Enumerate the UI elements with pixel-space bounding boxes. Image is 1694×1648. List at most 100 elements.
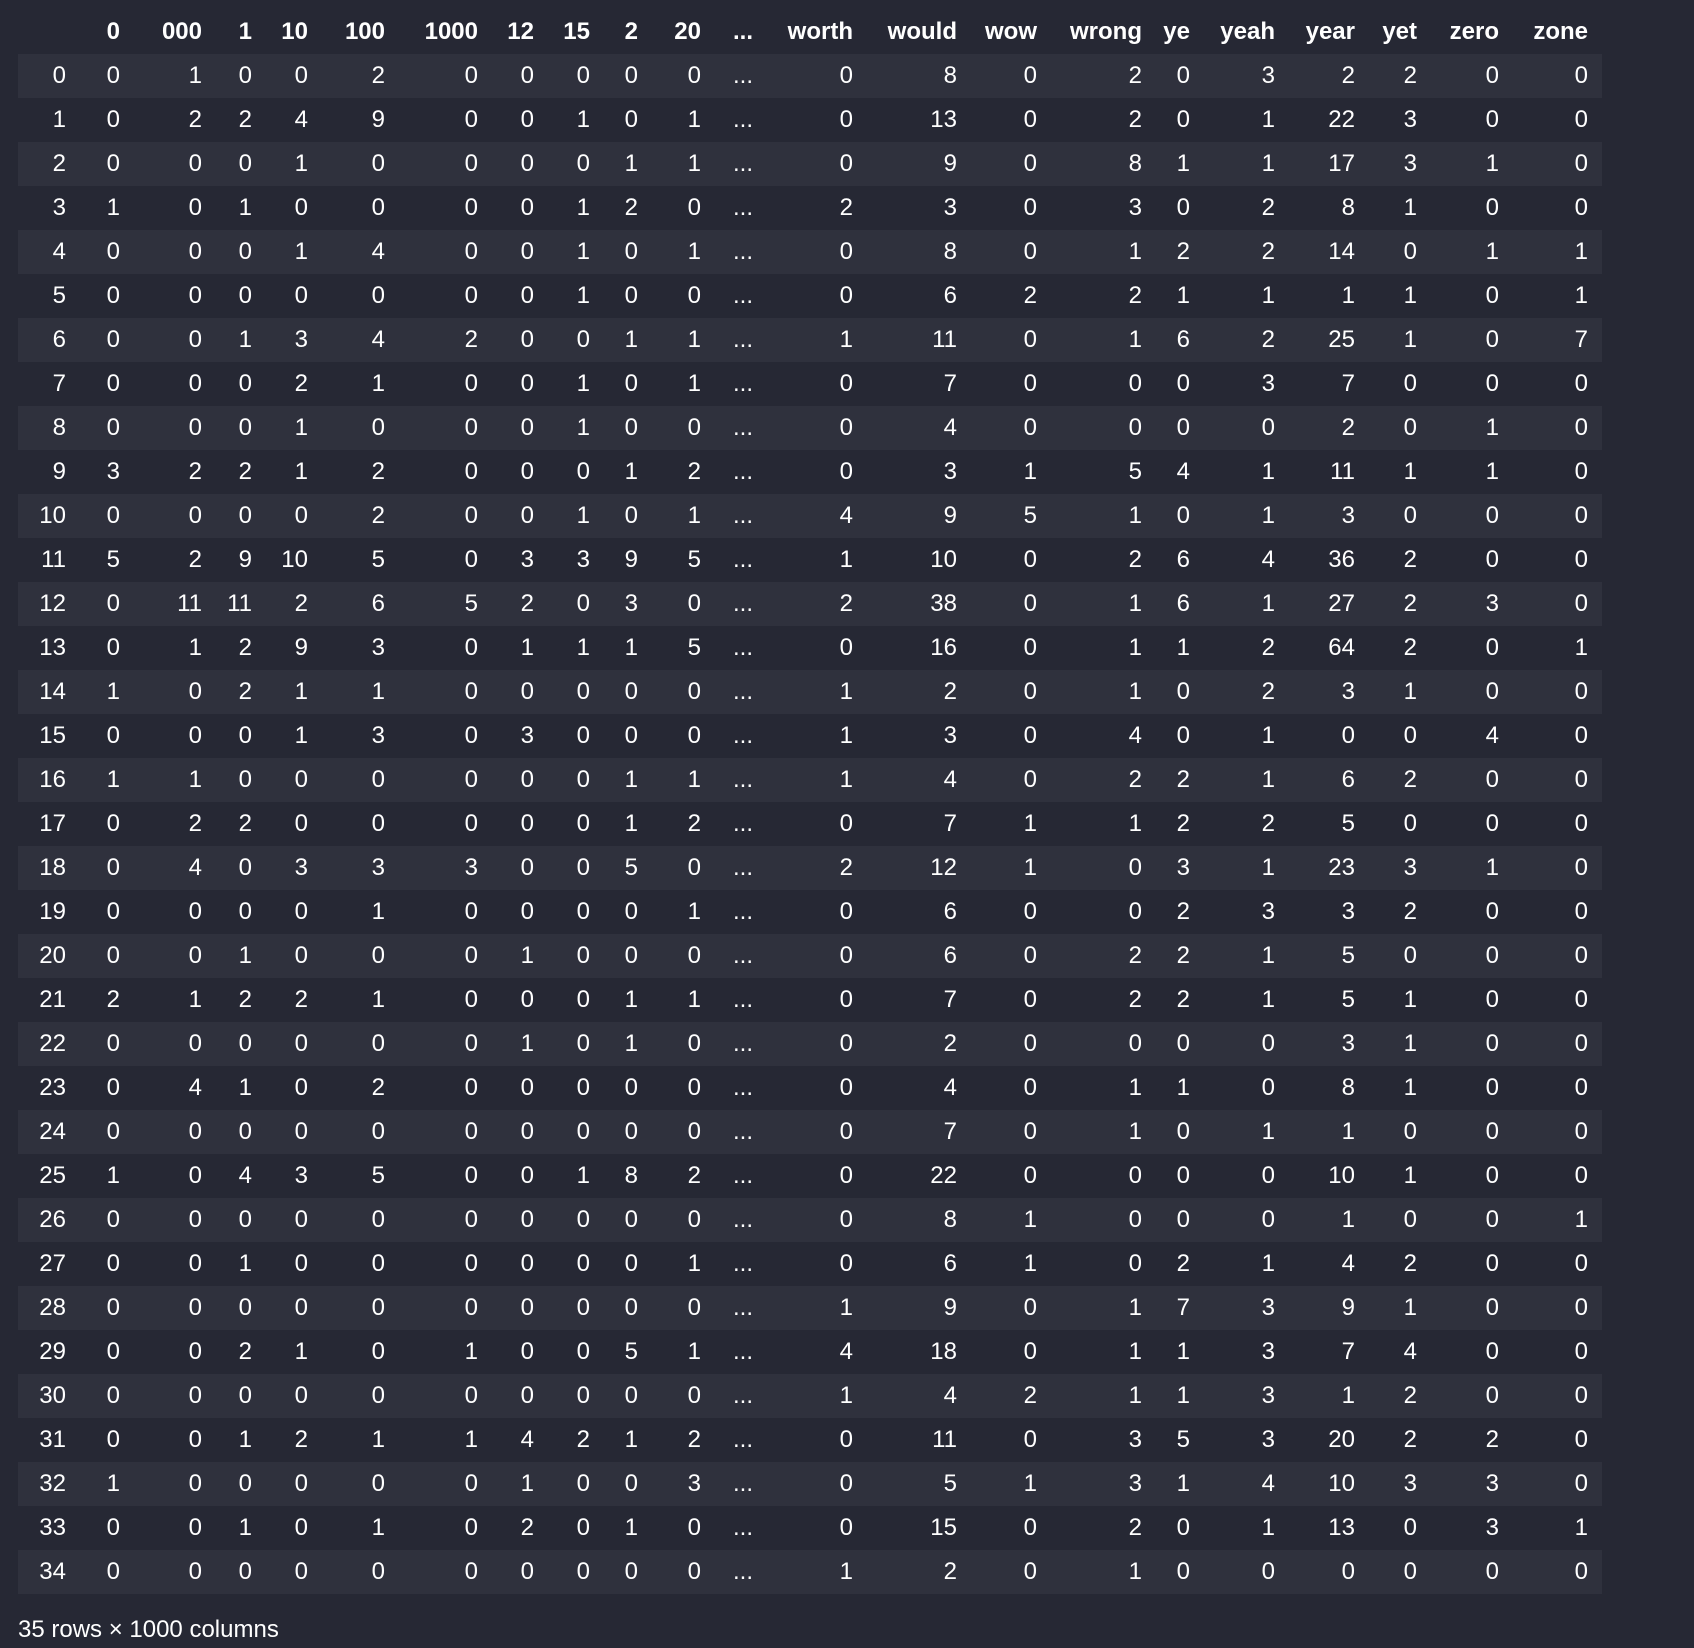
table-cell: 0 <box>492 98 548 142</box>
table-cell: 0 <box>492 406 548 450</box>
table-cell: 2 <box>216 978 266 1022</box>
table-cell: 4 <box>867 758 971 802</box>
table-cell: 0 <box>1204 406 1289 450</box>
table-cell: 1 <box>1051 1066 1156 1110</box>
table-cell: 0 <box>1431 758 1513 802</box>
table-cell: 0 <box>266 1506 322 1550</box>
table-cell: 0 <box>652 934 715 978</box>
table-cell: 1 <box>604 802 652 846</box>
table-cell: 1 <box>322 362 399 406</box>
table-cell: 8 <box>867 54 971 98</box>
table-cell: 0 <box>134 934 216 978</box>
table-cell: 2 <box>1369 538 1431 582</box>
table-cell: 0 <box>399 186 492 230</box>
table-cell: 0 <box>399 1286 492 1330</box>
table-cell: 0 <box>548 1066 604 1110</box>
table-cell: 1 <box>1204 1242 1289 1286</box>
table-cell: 0 <box>134 318 216 362</box>
table-cell: 0 <box>80 230 134 274</box>
table-cell: 0 <box>266 802 322 846</box>
table-cell: 0 <box>1513 890 1602 934</box>
table-cell: 3 <box>867 450 971 494</box>
table-cell: 4 <box>134 846 216 890</box>
table-cell: 11 <box>1289 450 1369 494</box>
table-cell: 0 <box>80 890 134 934</box>
table-cell: 0 <box>1156 1110 1204 1154</box>
table-cell: 1 <box>80 670 134 714</box>
table-cell: 4 <box>767 494 867 538</box>
table-cell: 0 <box>1156 406 1204 450</box>
table-row: 5 0 0 0 0 0 0 0 1 0 0... 0 6 2 2 1 1 1 1 0 1 <box>18 274 1602 318</box>
table-cell: 0 <box>399 1198 492 1242</box>
table-cell: 7 <box>1289 362 1369 406</box>
table-cell: 0 <box>604 54 652 98</box>
table-cell: 1 <box>1513 1198 1602 1242</box>
table-cell: 2 <box>492 1506 548 1550</box>
table-cell: 1 <box>604 758 652 802</box>
table-cell: 1 <box>548 362 604 406</box>
table-cell: 2 <box>971 274 1051 318</box>
table-cell: 1 <box>1369 1022 1431 1066</box>
table-cell: 0 <box>604 1198 652 1242</box>
table-cell: 4 <box>322 230 399 274</box>
table-cell: 1 <box>1431 450 1513 494</box>
column-header: 1 <box>216 10 266 54</box>
table-cell: 1 <box>1369 450 1431 494</box>
table-cell: 1 <box>652 98 715 142</box>
table-cell: 0 <box>134 1462 216 1506</box>
table-cell: 0 <box>767 274 867 318</box>
table-cell: 1 <box>767 714 867 758</box>
table-cell: 0 <box>216 1462 266 1506</box>
table-row: 32 1 0 0 0 0 0 1 0 0 3... 0 5 1 3 1 4 10 3 3 0 <box>18 1462 1602 1506</box>
table-cell: 9 <box>1289 1286 1369 1330</box>
table-cell: ... <box>715 1110 767 1154</box>
table-cell: 0 <box>1369 802 1431 846</box>
table-cell: 5 <box>604 1330 652 1374</box>
table-cell: 0 <box>767 934 867 978</box>
table-cell: 2 <box>216 450 266 494</box>
table-cell: 1 <box>604 1506 652 1550</box>
table-cell: 0 <box>266 1286 322 1330</box>
table-cell: 0 <box>399 758 492 802</box>
table-cell: 0 <box>767 1418 867 1462</box>
table-cell: 0 <box>1513 846 1602 890</box>
table-cell: 3 <box>1289 1022 1369 1066</box>
table-cell: 2 <box>1156 758 1204 802</box>
table-cell: 1 <box>266 142 322 186</box>
table-cell: 1 <box>1513 230 1602 274</box>
table-cell: 6 <box>322 582 399 626</box>
table-cell: 3 <box>867 714 971 758</box>
table-cell: 2 <box>1051 538 1156 582</box>
table-cell: 2 <box>971 1374 1051 1418</box>
table-cell: 1 <box>322 978 399 1022</box>
table-cell: 0 <box>216 274 266 318</box>
table-cell: 1 <box>1051 318 1156 362</box>
column-header: zero <box>1431 10 1513 54</box>
table-cell: 0 <box>80 1022 134 1066</box>
table-cell: 0 <box>80 1198 134 1242</box>
table-cell: 2 <box>399 318 492 362</box>
table-cell: 3 <box>1431 582 1513 626</box>
table-cell: 1 <box>652 978 715 1022</box>
table-row: 3 1 0 1 0 0 0 0 1 2 0... 2 3 0 3 0 2 8 1 0 0 <box>18 186 1602 230</box>
table-cell: 1 <box>1204 758 1289 802</box>
table-cell: 0 <box>134 1374 216 1418</box>
table-cell: 10 <box>1289 1462 1369 1506</box>
table-cell: 1 <box>1156 1066 1204 1110</box>
table-cell: 0 <box>767 54 867 98</box>
table-cell: 1 <box>492 626 548 670</box>
column-header: zone <box>1513 10 1602 54</box>
table-cell: 0 <box>1156 54 1204 98</box>
table-cell: 5 <box>399 582 492 626</box>
table-cell: 1 <box>492 1462 548 1506</box>
table-cell: 7 <box>1289 1330 1369 1374</box>
table-cell: 2 <box>767 582 867 626</box>
table-cell: 0 <box>216 142 266 186</box>
table-row: 2 0 0 0 1 0 0 0 0 1 1... 0 9 0 8 1 1 17 3 1 0 <box>18 142 1602 186</box>
table-cell: 0 <box>1289 1550 1369 1594</box>
header-row: 0 000 1 10 100 1000 12 15 2 20... worth would wow wro… <box>18 10 1602 54</box>
column-header: ... <box>715 10 767 54</box>
row-index: 4 <box>18 230 80 274</box>
table-cell: 3 <box>1204 1374 1289 1418</box>
table-cell: 1 <box>767 1286 867 1330</box>
